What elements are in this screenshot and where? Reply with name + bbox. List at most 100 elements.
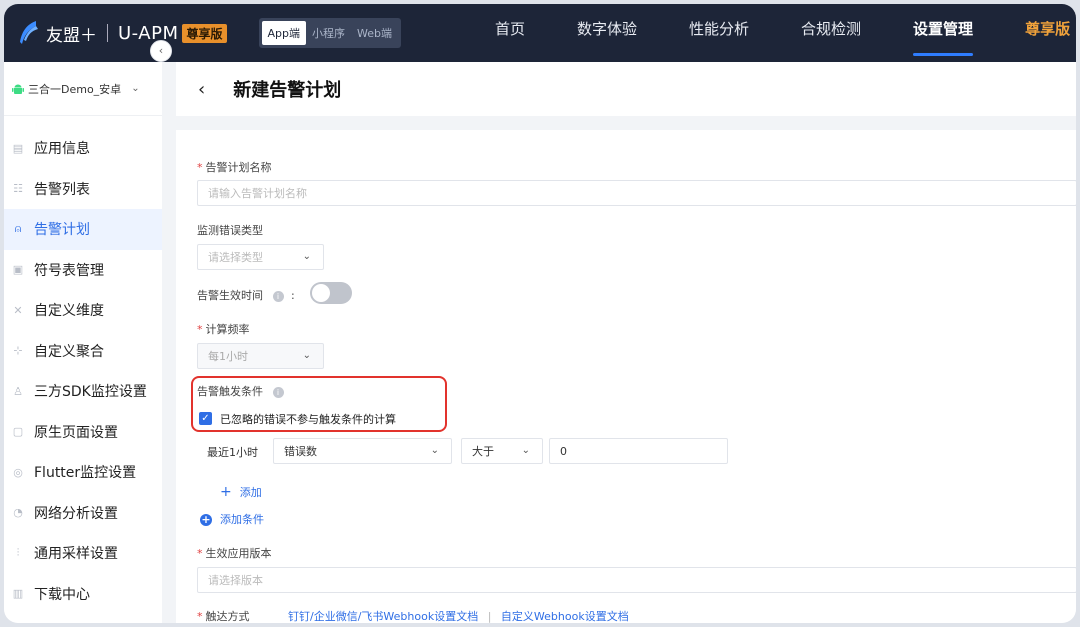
nav-vip[interactable]: 尊享版 [1025,4,1070,62]
doc-icon: ▤ [12,141,24,155]
condition-operator-value: 大于 [472,445,494,458]
webhook-doc-link[interactable]: 钉钉/企业微信/飞书Webhook设置文档 [288,610,478,623]
chevron-down-icon: ⌄ [521,445,530,456]
page-icon: ▢ [12,425,24,439]
sidebar-item-custom-aggregate[interactable]: ⊹ 自定义聚合 [4,331,162,372]
required-mark: * [197,161,203,174]
sidebar-item-app-info[interactable]: ▤ 应用信息 [4,128,162,169]
required-mark: * [197,323,203,336]
alert-plan-form: * 告警计划名称 请输入告警计划名称 监测错误类型 请选择类型 ⌄ 告警生效时间 … [176,130,1076,623]
logo[interactable]: 友盟＋ U-APM 尊享版 [16,20,227,46]
toggle-knob [312,284,330,302]
frequency-value: 每1小时 [208,350,248,363]
network-icon: ◔ [13,506,23,520]
sidebar-item-sampling[interactable]: ⫶ 通用采样设置 [4,533,162,574]
flutter-icon: ◎ [13,465,23,479]
platform-tab-app[interactable]: App端 [261,21,306,45]
nav-performance[interactable]: 性能分析 [689,4,749,62]
error-type-label: 监测错误类型 [197,224,263,237]
aggregate-icon: ⊹ [13,344,23,358]
sidebar-item-label: 自定义维度 [34,303,104,320]
sidebar-item-label: 通用采样设置 [34,546,118,563]
condition-metric-select[interactable]: 错误数 ⌄ [273,438,452,464]
sample-icon: ⫶ [16,546,20,560]
error-type-placeholder: 请选择类型 [208,251,263,264]
nav-settings[interactable]: 设置管理 [913,4,974,62]
sidebar-item-label: 告警列表 [34,181,90,198]
product-name: U-APM [118,22,179,44]
sidebar-item-label: 应用信息 [34,141,90,158]
trigger-condition-label: 告警触发条件 i [197,383,284,399]
condition-metric-value: 错误数 [284,445,317,458]
ignore-errors-label: 已忽略的错误不参与触发条件的计算 [220,413,396,426]
error-type-select[interactable]: 请选择类型 ⌄ [197,244,324,270]
sidebar-item-custom-dimension[interactable]: ✕ 自定义维度 [4,290,162,331]
logo-feather-icon [20,21,38,44]
page-header: ‹ 新建告警计划 [176,62,1076,116]
sidebar-item-label: Flutter监控设置 [34,465,137,482]
sidebar-item-label: 自定义聚合 [34,343,104,360]
plan-name-label: * 告警计划名称 [197,161,272,174]
back-arrow-icon[interactable]: ‹ [198,79,205,100]
plan-name-input[interactable]: 请输入告警计划名称 [197,180,1076,206]
sidebar-item-alert-plan[interactable]: ⍝ 告警计划 [4,209,162,250]
sidebar-item-label: 网络分析设置 [34,505,118,522]
delivery-doc-links: 钉钉/企业微信/飞书Webhook设置文档 | 自定义Webhook设置文档 [288,608,629,623]
info-icon[interactable]: i [272,290,284,302]
app-frame: 友盟＋ U-APM 尊享版 App端 小程序 Web端 首页 数字体验 性能分析… [4,4,1076,623]
frequency-select[interactable]: 每1小时 ⌄ [197,343,324,369]
required-mark: * [197,610,203,623]
android-icon [12,84,24,94]
logo-separator [107,24,108,42]
page-title: 新建告警计划 [233,80,342,101]
sidebar-item-native-page[interactable]: ▢ 原生页面设置 [4,412,162,453]
effective-time-toggle[interactable] [310,282,352,304]
nav-compliance[interactable]: 合规检测 [801,4,861,62]
chevron-down-icon: ⌄ [302,251,311,262]
chevron-down-icon: ⌄ [131,83,140,94]
sidebar-item-sdk-monitor[interactable]: ♙ 三方SDK监控设置 [4,371,162,412]
sidebar: 三合一Demo_安卓 ⌄ ▤ 应用信息 ☷ 告警列表 ⍝ 告警计划 ▣ 符号表管… [4,62,162,623]
main-nav: 首页 数字体验 性能分析 合规检测 设置管理 尊享版 [495,4,1070,62]
app-name: 三合一Demo_安卓 [28,82,122,96]
chevron-down-icon: ⌄ [430,445,439,456]
sidebar-item-label: 三方SDK监控设置 [34,384,147,401]
info-icon[interactable]: i [272,386,284,398]
vip-badge: 尊享版 [182,23,227,43]
alarm-icon: ⍝ [14,222,22,236]
app-selector[interactable]: 三合一Demo_安卓 ⌄ [4,62,162,116]
sidebar-item-flutter[interactable]: ◎ Flutter监控设置 [4,452,162,493]
sidebar-item-label: 下载中心 [34,586,90,603]
user-icon: ♙ [13,384,23,398]
required-mark: * [197,547,203,560]
nav-digital-experience[interactable]: 数字体验 [577,4,637,62]
sidebar-item-download[interactable]: ▥ 下载中心 [4,574,162,615]
version-select[interactable]: 请选择版本 [197,567,1076,593]
nav-home[interactable]: 首页 [495,4,525,62]
sidebar-item-label: 告警计划 [34,222,90,239]
sidebar-collapse-button[interactable]: ‹ [150,40,172,62]
add-button[interactable]: + 添加 [220,484,262,500]
sidebar-item-symbol-table[interactable]: ▣ 符号表管理 [4,250,162,291]
link-separator: | [487,610,492,623]
sidebar-item-alert-list[interactable]: ☷ 告警列表 [4,169,162,210]
add-condition-button[interactable]: + 添加条件 [200,511,264,527]
condition-threshold-value: 0 [560,444,567,458]
condition-operator-select[interactable]: 大于 ⌄ [461,438,543,464]
sidebar-menu: ▤ 应用信息 ☷ 告警列表 ⍝ 告警计划 ▣ 符号表管理 ✕ 自定义维度 ⊹ 自… [4,116,162,614]
delivery-label: * 触达方式 [197,610,250,623]
plus-circle-icon: + [200,513,212,526]
sidebar-item-label: 原生页面设置 [34,424,118,441]
platform-switcher: App端 小程序 Web端 [258,18,401,48]
sidebar-item-network[interactable]: ◔ 网络分析设置 [4,493,162,534]
version-placeholder: 请选择版本 [208,574,263,587]
custom-webhook-doc-link[interactable]: 自定义Webhook设置文档 [501,610,629,623]
download-icon: ▥ [12,587,24,601]
condition-threshold-input[interactable]: 0 [549,438,728,464]
list-icon: ☷ [13,182,23,196]
platform-tab-miniprogram[interactable]: 小程序 [306,21,351,45]
platform-tab-web[interactable]: Web端 [351,21,398,45]
ignore-errors-checkbox[interactable]: ✓ [199,412,212,425]
logo-text: 友盟＋ [46,25,97,46]
dimension-icon: ✕ [13,303,23,317]
